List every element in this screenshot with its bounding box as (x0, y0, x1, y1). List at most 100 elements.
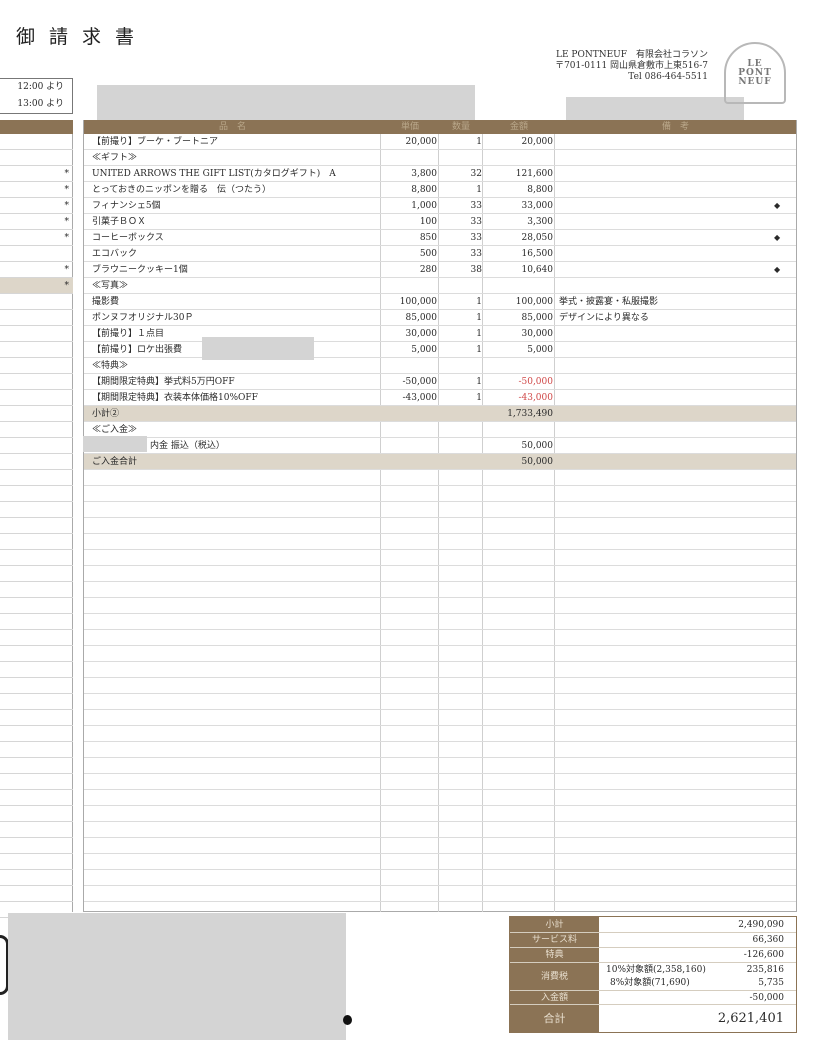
logo-line-3: NEUF (738, 77, 772, 87)
company-address: 〒701-0111 岡山県倉敷市上東516-7 (555, 61, 708, 71)
summary-tax8-label: 8%対象額(71,690) (610, 978, 690, 988)
table-row: ≪写真≫ (84, 278, 796, 294)
left-panel-row (0, 646, 73, 662)
left-panel-row: * (0, 230, 73, 246)
left-panel-row: * (0, 166, 73, 182)
quantity: 1 (476, 329, 482, 339)
summary-service-label: サービス料 (510, 933, 599, 947)
time-2: 13:00 より (17, 99, 64, 109)
unit-price: 280 (419, 265, 437, 275)
left-panel-row (0, 582, 73, 598)
table-row (84, 806, 796, 822)
table-row: 撮影費 100,000 1 100,000 挙式・披露宴・私服撮影 (84, 294, 796, 310)
item-name: 引菓子ＢＯＸ (92, 217, 147, 227)
table-row (84, 486, 796, 502)
table-row: とっておきのニッポンを贈る 伝（つたう） 8,800 1 8,800 (84, 182, 796, 198)
table-row (84, 726, 796, 742)
quantity: 1 (476, 377, 482, 387)
quantity: 33 (470, 217, 482, 227)
quantity: 1 (476, 137, 482, 147)
unit-price: 30,000 (405, 329, 438, 339)
left-panel-row (0, 678, 73, 694)
left-panel-row (0, 326, 73, 342)
table-row (84, 550, 796, 566)
table-row: 【期間限定特典】挙式料5万円OFF -50,000 1 -50,000 (84, 374, 796, 390)
left-panel-row (0, 630, 73, 646)
table-row: 引菓子ＢＯＸ 100 33 3,300 (84, 214, 796, 230)
amount: 1,733,490 (507, 409, 553, 419)
item-name: エコバック (92, 249, 138, 259)
amount: 100,000 (515, 297, 553, 307)
item-name: 小計② (92, 409, 120, 419)
left-panel-row (0, 694, 73, 710)
item-name: 【期間限定特典】挙式料5万円OFF (92, 377, 235, 387)
table-row (84, 758, 796, 774)
item-name: ご入金合計 (92, 457, 138, 467)
table-row (84, 662, 796, 678)
table-row (84, 470, 796, 486)
amount: 50,000 (521, 441, 554, 451)
summary-service: サービス料 66,360 (510, 933, 796, 948)
table-row: コーヒーボックス 850 33 28,050 ◆ (84, 230, 796, 246)
amount: 28,050 (521, 233, 554, 243)
left-panel-row: * (0, 278, 73, 294)
summary-service-value: 66,360 (752, 935, 785, 945)
remarks: 挙式・披露宴・私服撮影 (559, 297, 659, 307)
left-panel-row (0, 518, 73, 534)
redacted-bottom-block (8, 913, 346, 1040)
unit-price: 3,800 (411, 169, 437, 179)
summary-subtotal-value: 2,490,090 (738, 920, 784, 930)
left-panel-row (0, 422, 73, 438)
left-panel-row (0, 598, 73, 614)
document-title: 御請求書 (16, 26, 149, 48)
left-panel-row (0, 486, 73, 502)
amount: 10,640 (521, 265, 554, 275)
diamond-mark: ◆ (774, 233, 781, 242)
amount: 30,000 (521, 329, 554, 339)
table-row: 内金 振込（税込） 50,000 (84, 438, 796, 454)
table-row (84, 646, 796, 662)
summary-tax10-value: 235,816 (746, 965, 784, 975)
table-row: UNITED ARROWS THE GIFT LIST(カタログギフト) A 3,… (84, 166, 796, 182)
table-row (84, 870, 796, 886)
table-row (84, 710, 796, 726)
quantity: 33 (470, 233, 482, 243)
table-row: 【前撮り】ブーケ・ブートニア 20,000 1 20,000 (84, 134, 796, 150)
item-name: UNITED ARROWS THE GIFT LIST(カタログギフト) A (92, 169, 336, 179)
unit-price: 5,000 (411, 345, 437, 355)
amount: 3,300 (527, 217, 553, 227)
unit-price: 85,000 (405, 313, 438, 323)
summary-tax-label: 消費税 (510, 963, 599, 990)
item-name: 撮影費 (92, 297, 120, 307)
table-row (84, 742, 796, 758)
left-panel-row: * (0, 198, 73, 214)
left-panel-row (0, 438, 73, 454)
left-panel-row (0, 662, 73, 678)
redacted-customer-name (97, 85, 475, 120)
table-row: 【前撮り】ロケ出張費 5,000 1 5,000 (84, 342, 796, 358)
le-pont-neuf-logo: LE PONT NEUF (724, 42, 786, 104)
table-row (84, 598, 796, 614)
quantity: 38 (470, 265, 482, 275)
header-note: 備 考 (661, 122, 689, 132)
item-name: ≪ギフト≫ (92, 153, 138, 163)
table-row: ご入金合計 50,000 (84, 454, 796, 470)
summary-total: 合計 2,621,401 (510, 1005, 796, 1032)
item-name: ポンヌフオリジナル30Ｐ (92, 313, 194, 323)
item-name: フィナンシェ5個 (92, 201, 161, 211)
left-panel-row (0, 886, 73, 902)
quantity: 33 (470, 249, 482, 259)
table-row (84, 822, 796, 838)
left-panel-row (0, 790, 73, 806)
left-panel-row (0, 150, 73, 166)
left-panel-row: * (0, 182, 73, 198)
left-panel-row (0, 870, 73, 886)
table-row (84, 854, 796, 870)
amount: 16,500 (521, 249, 554, 259)
left-panel-row (0, 726, 73, 742)
table-row (84, 534, 796, 550)
amount: 50,000 (521, 457, 554, 467)
amount: 20,000 (521, 137, 554, 147)
table-row (84, 630, 796, 646)
item-name: ≪特典≫ (92, 361, 129, 371)
